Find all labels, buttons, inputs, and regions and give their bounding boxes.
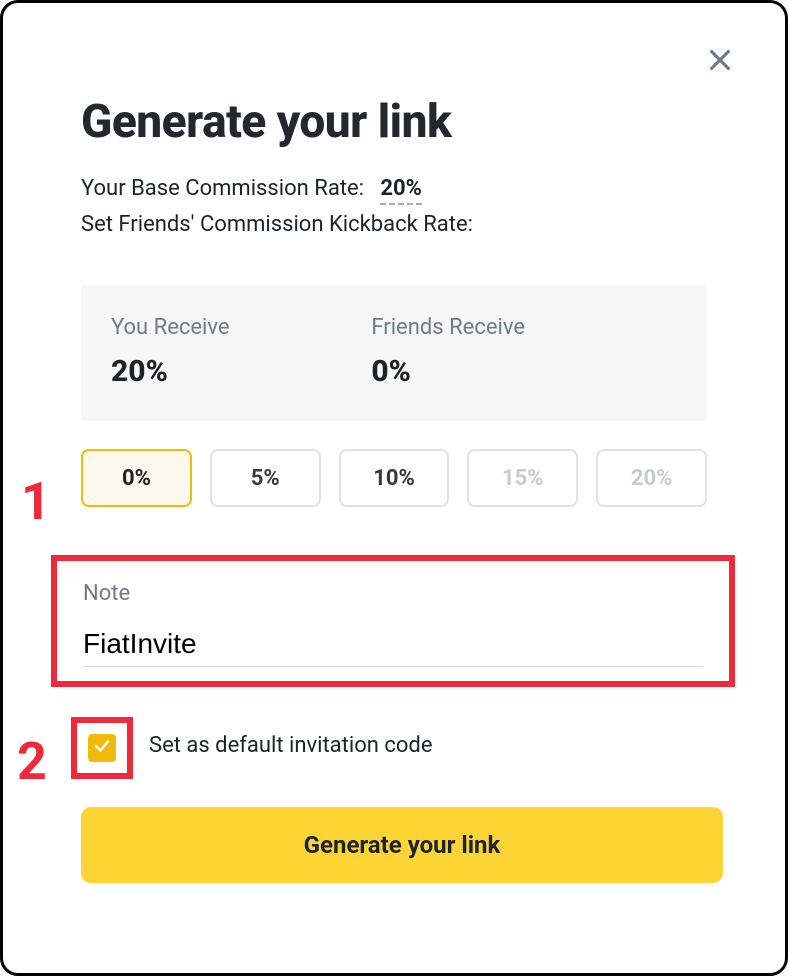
kickback-option-20: 20% [596, 449, 707, 507]
check-icon [93, 737, 111, 759]
note-section: Note [51, 555, 735, 687]
default-checkbox[interactable] [88, 734, 116, 762]
you-receive-value: 20% [111, 354, 371, 389]
note-input[interactable] [83, 628, 703, 667]
close-icon [704, 44, 736, 80]
commission-split-panel: You Receive 20% Friends Receive 0% [81, 285, 707, 421]
close-button[interactable] [701, 43, 739, 81]
default-checkbox-callout [71, 717, 133, 779]
friends-receive-col: Friends Receive 0% [371, 315, 631, 389]
you-receive-col: You Receive 20% [111, 315, 371, 389]
dialog-title: Generate your link [81, 95, 707, 149]
rate-info: Your Base Commission Rate: 20% Set Frien… [81, 173, 707, 241]
kickback-rate-label: Set Friends' Commission Kickback Rate: [81, 209, 707, 241]
base-rate-label: Your Base Commission Rate: [81, 176, 364, 201]
note-label: Note [83, 581, 703, 606]
default-checkbox-label: Set as default invitation code [149, 733, 433, 758]
generate-link-button[interactable]: Generate your link [81, 807, 723, 883]
dialog-generate-link: Generate your link Your Base Commission … [0, 0, 788, 976]
annotation-1: 1 [21, 471, 51, 532]
kickback-option-5[interactable]: 5% [210, 449, 321, 507]
kickback-option-15: 15% [467, 449, 578, 507]
kickback-option-0[interactable]: 0% [81, 449, 192, 507]
you-receive-label: You Receive [111, 315, 371, 340]
dialog-content: Generate your link Your Base Commission … [3, 3, 785, 507]
friends-receive-label: Friends Receive [371, 315, 631, 340]
kickback-options: 0% 5% 10% 15% 20% [81, 449, 707, 507]
base-rate-line: Your Base Commission Rate: 20% [81, 173, 707, 205]
annotation-2: 2 [17, 731, 47, 792]
friends-receive-value: 0% [371, 354, 631, 389]
kickback-option-10[interactable]: 10% [339, 449, 450, 507]
base-rate-value: 20% [380, 176, 422, 205]
